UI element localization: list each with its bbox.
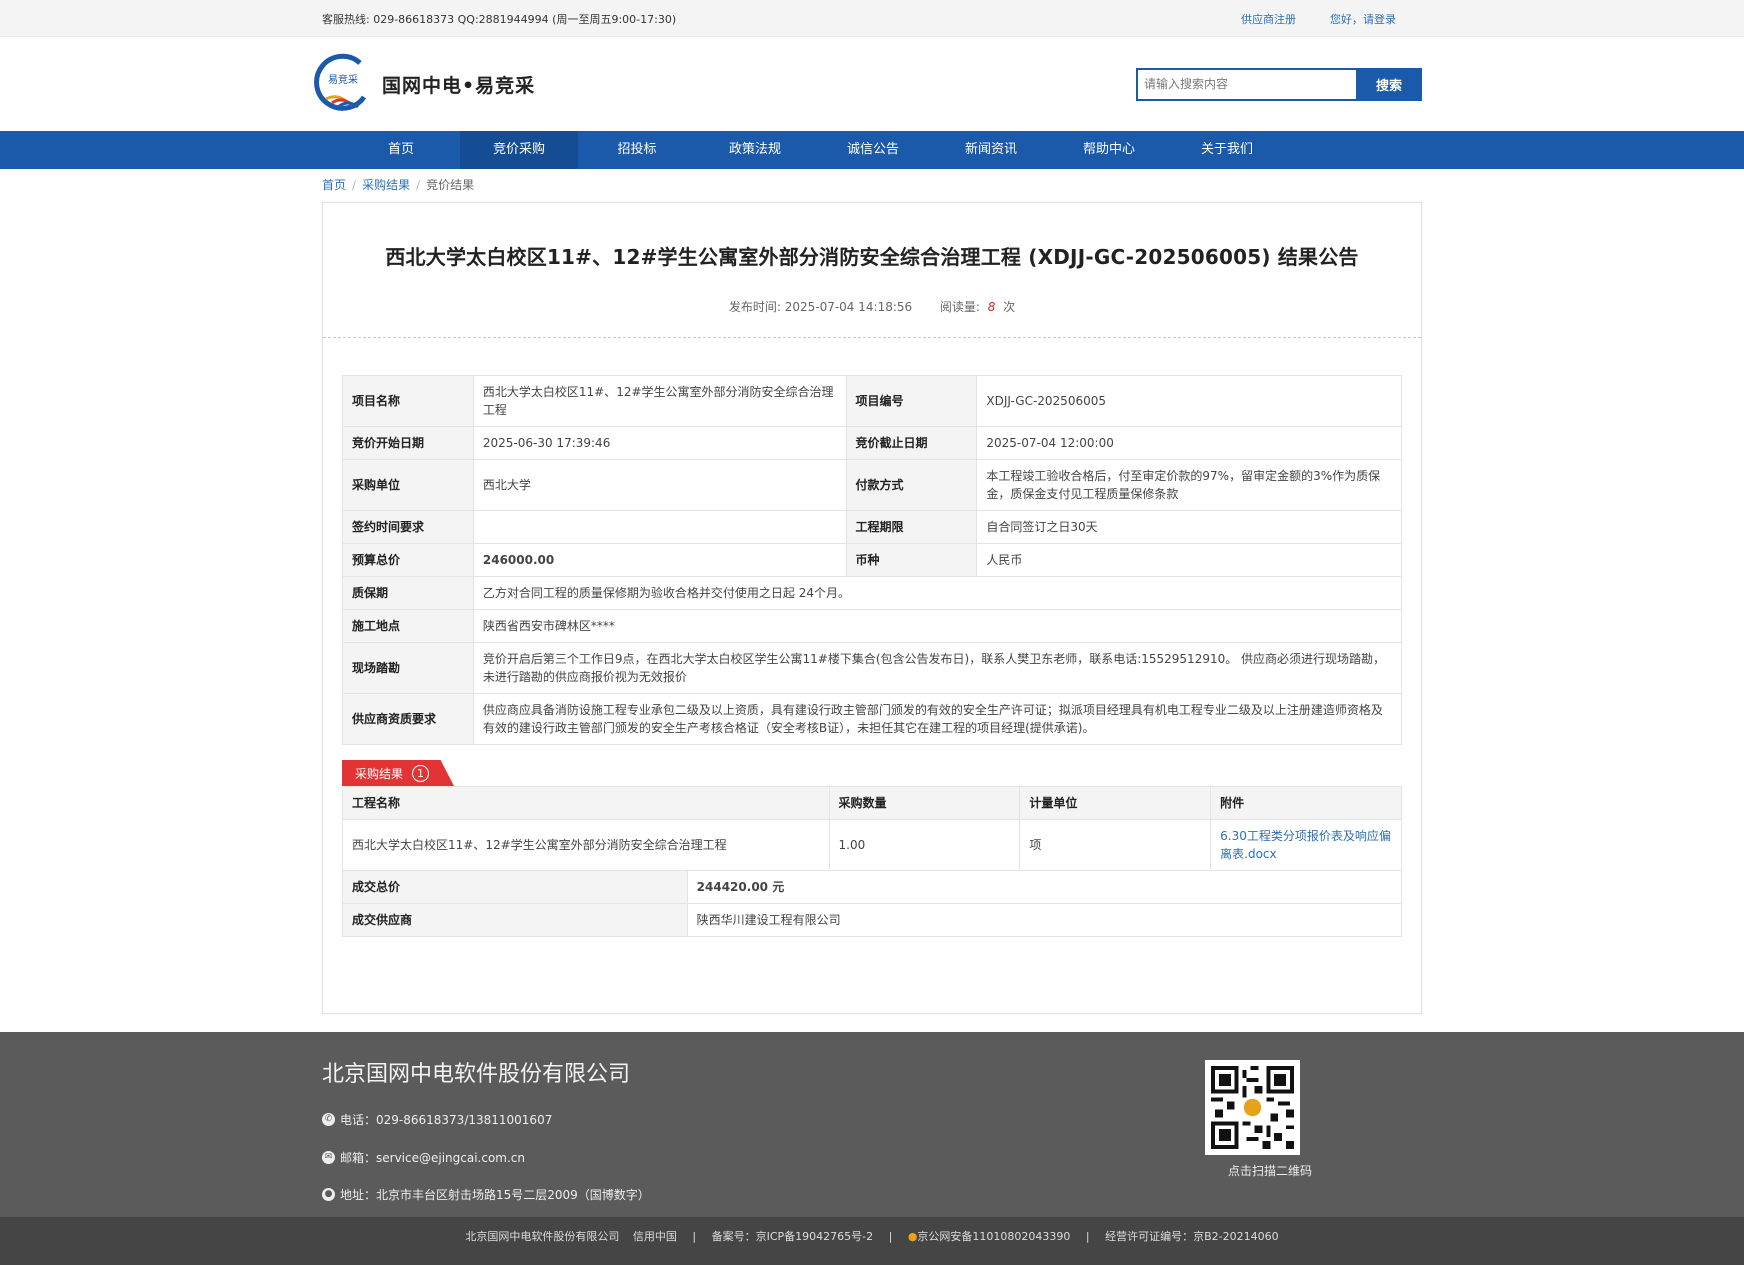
icp-link[interactable]: 备案号：京ICP备19042765号-2 [712,1230,874,1243]
footer-company: 北京国网中电软件股份有限公司 [322,1062,631,1087]
site-logo[interactable]: 易竞采 国网中电•易竞采 [312,53,535,115]
footer-bottom-bar: 北京国网中电软件股份有限公司 信用中国 | 备案号：京ICP备19042765号… [0,1217,1744,1265]
divider [323,337,1421,338]
table-row: 供应商资质要求 供应商应具备消防设施工程专业承包二级及以上资质，具有建设行政主管… [342,693,1403,745]
qr-code[interactable] [1205,1060,1300,1155]
nav-item-about[interactable]: 关于我们 [1168,131,1286,169]
logo-text: 国网中电•易竞采 [382,74,536,97]
breadcrumb: 首页 / 采购结果 / 竞价结果 [322,178,475,192]
result-count-badge: 1 [412,764,430,782]
footer-address: ● 地址：北京市丰台区射击场路15号二层2009（国博数字） [322,1186,650,1203]
mail-icon: ✉ [322,1151,335,1164]
read-count: 8 [987,300,996,314]
article-meta: 发布时间: 2025-07-04 14:18:56 阅读量: 8 次 [728,300,1016,314]
nav-item-home[interactable]: 首页 [342,131,460,169]
deal-supplier-value: 陕西华川建设工程有限公司 [686,903,1403,937]
police-link[interactable]: 京公网安备11010802043390 [917,1230,1070,1243]
breadcrumb-results[interactable]: 采购结果 [362,178,410,192]
nav-item-help[interactable]: 帮助中心 [1050,131,1168,169]
page-title: 西北大学太白校区11#、12#学生公寓室外部分消防安全综合治理工程 (XDJJ-… [385,245,1359,269]
announcement-card: 西北大学太白校区11#、12#学生公寓室外部分消防安全综合治理工程 (XDJJ-… [322,202,1422,1014]
top-bar: 客服热线: 029-86618373 QQ:2881944994 (周一至周五9… [0,0,1744,37]
table-row: 现场踏勘 竞价开启后第三个工作日9点，在西北大学太白校区学生公寓11#楼下集合(… [342,642,1403,694]
nav-item-policy[interactable]: 政策法规 [696,131,814,169]
hotline-text: 客服热线: 029-86618373 QQ:2881944994 (周一至周五9… [322,12,677,26]
search-box: 搜索 [1136,67,1422,101]
result-table: 工程名称 采购数量 计量单位 附件 西北大学太白校区11#、12#学生公寓室外部… [342,786,1403,937]
phone-icon: ✆ [322,1113,335,1126]
result-section-tag: 采购结果 1 [342,760,1421,786]
main-nav: 首页 竞价采购 招投标 政策法规 诚信公告 新闻资讯 帮助中心 关于我们 [0,131,1744,169]
project-no-value: XDJJ-GC-202506005 [976,375,1402,427]
nav-item-tender[interactable]: 招投标 [578,131,696,169]
table-row: 竞价开始日期 2025-06-30 17:39:46 竞价截止日期 2025-0… [342,426,1402,460]
qr-label: 点击扫描二维码 [1227,1164,1312,1178]
footer-phone: ✆ 电话：029-86618373/13811001607 [322,1111,552,1128]
table-row: 成交总价 244420.00 元 [342,870,1403,904]
search-input[interactable] [1136,67,1356,101]
publish-time: 2025-07-04 14:18:56 [784,300,913,314]
project-info-table: 项目名称 西北大学太白校区11#、12#学生公寓室外部分消防安全综合治理工程 项… [342,375,1403,745]
table-row: 西北大学太白校区11#、12#学生公寓室外部分消防安全综合治理工程 1.00 项… [342,819,1402,871]
location-icon: ● [322,1188,335,1201]
table-row: 采购单位 西北大学 付款方式 本工程竣工验收合格后，付至审定价款的97%，留审定… [342,459,1402,511]
deal-total-value: 244420.00 元 [686,870,1403,904]
police-badge-icon: ● [907,1230,918,1243]
nav-item-integrity[interactable]: 诚信公告 [814,131,932,169]
table-row: 施工地点 陕西省西安市碑林区**** [342,609,1403,643]
supplier-register-link[interactable]: 供应商注册 [1241,11,1296,27]
nav-item-bidding[interactable]: 竞价采购 [460,131,578,169]
budget-value: 246000.00 [472,543,847,577]
nav-item-news[interactable]: 新闻资讯 [932,131,1050,169]
breadcrumb-home[interactable]: 首页 [322,178,346,192]
search-button[interactable]: 搜索 [1356,67,1422,101]
table-row: 质保期 乙方对合同工程的质量保修期为验收合格并交付使用之日起 24个月。 [342,576,1403,610]
table-row: 成交供应商 陕西华川建设工程有限公司 [342,903,1403,937]
login-link[interactable]: 您好，请登录 [1330,11,1396,27]
project-name-value: 西北大学太白校区11#、12#学生公寓室外部分消防安全综合治理工程 [472,375,847,427]
site-header: 易竞采 国网中电•易竞采 搜索 [0,37,1744,131]
site-footer: 北京国网中电软件股份有限公司 ✆ 电话：029-86618373/13811001… [0,1032,1744,1217]
footer-email: ✉ 邮箱：service@ejingcai.com.cn [322,1149,525,1166]
svg-text:易竞采: 易竞采 [328,73,358,86]
table-row: 预算总价 246000.00 币种 人民币 [342,543,1402,577]
table-row: 签约时间要求 工程期限 自合同签订之日30天 [342,510,1402,544]
breadcrumb-current: 竞价结果 [426,178,475,192]
logo-emblem-icon: 易竞采 [312,53,372,115]
credit-china-link[interactable]: 信用中国 [633,1230,677,1243]
table-row: 项目名称 西北大学太白校区11#、12#学生公寓室外部分消防安全综合治理工程 项… [342,375,1402,427]
attachment-link[interactable]: 6.30工程类分项报价表及响应偏离表.docx [1220,829,1391,861]
table-header-row: 工程名称 采购数量 计量单位 附件 [342,786,1402,820]
